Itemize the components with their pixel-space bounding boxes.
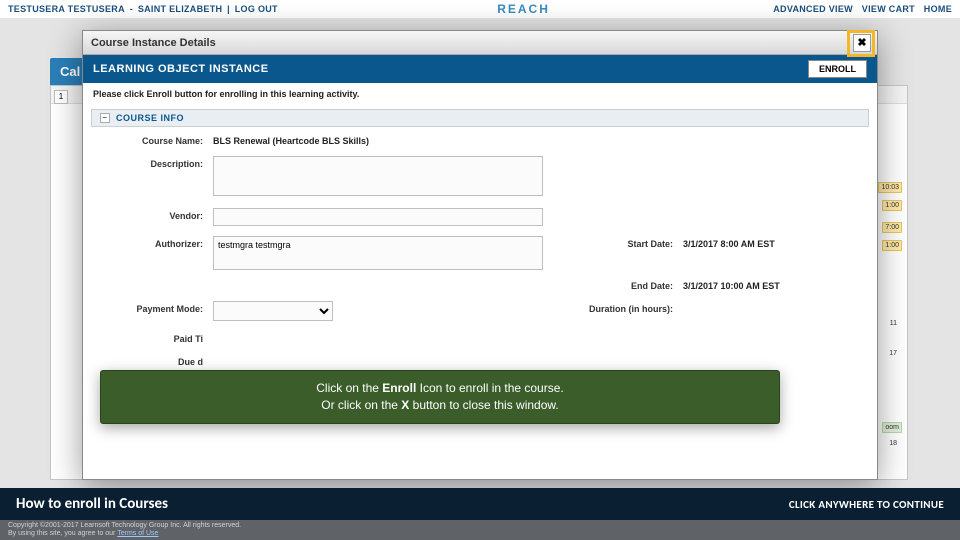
top-nav: TESTUSERA TESTUSERA - SAINT ELIZABETH | …: [0, 0, 960, 18]
brand-logo: REACH: [497, 2, 550, 16]
start-date-label: Start Date:: [583, 236, 683, 249]
click-to-continue: CLICK ANYWHERE TO CONTINUE: [789, 498, 944, 511]
payment-mode-select[interactable]: [213, 301, 333, 321]
view-cart-link[interactable]: VIEW CART: [862, 4, 915, 14]
description-label: Description:: [93, 156, 213, 169]
start-date-value: 3/1/2017 8:00 AM EST: [683, 236, 775, 249]
course-name-value: BLS Renewal (Heartcode BLS Skills): [213, 133, 369, 146]
bg-day-18: 18: [880, 440, 900, 447]
logout-link[interactable]: LOG OUT: [235, 4, 278, 14]
advanced-view-link[interactable]: ADVANCED VIEW: [773, 4, 853, 14]
top-nav-right: ADVANCED VIEW VIEW CART HOME: [767, 4, 952, 14]
learning-object-header: LEARNING OBJECT INSTANCE ENROLL: [83, 55, 877, 83]
course-info-section: – COURSE INFO: [91, 109, 869, 127]
vendor-label: Vendor:: [93, 208, 213, 221]
enroll-button[interactable]: ENROLL: [808, 60, 867, 78]
end-date-label: End Date:: [583, 278, 683, 291]
callout-line-1: Click on the Enroll Icon to enroll in th…: [316, 380, 563, 397]
callout-line-2: Or click on the X button to close this w…: [321, 397, 558, 414]
end-date-value: 3/1/2017 10:00 AM EST: [683, 278, 780, 291]
authorizer-label: Authorizer:: [93, 236, 213, 249]
top-nav-left: TESTUSERA TESTUSERA - SAINT ELIZABETH | …: [8, 4, 280, 14]
modal-title: Course Instance Details: [91, 37, 216, 49]
org-name: SAINT ELIZABETH: [138, 4, 223, 14]
user-name: TESTUSERA TESTUSERA: [8, 4, 125, 14]
calendar-tool-1[interactable]: 1: [54, 90, 68, 104]
loi-title: LEARNING OBJECT INSTANCE: [93, 63, 269, 75]
tutorial-title: How to enroll in Courses: [16, 495, 168, 513]
bg-event-2: 1:00: [882, 200, 902, 211]
bg-day-17: 17: [880, 350, 900, 357]
modal-close-button[interactable]: ✖: [853, 34, 871, 52]
bg-event-1: 10:03: [878, 182, 902, 193]
tutorial-bottom-bar[interactable]: How to enroll in Courses CLICK ANYWHERE …: [0, 488, 960, 520]
section-title: COURSE INFO: [116, 113, 184, 123]
authorizer-input[interactable]: testmgra testmgra: [213, 236, 543, 270]
course-name-label: Course Name:: [93, 133, 213, 146]
copyright-line-1: Copyright ©2001-2017 Learnsoft Technolog…: [8, 522, 952, 530]
modal-titlebar: Course Instance Details: [83, 31, 877, 55]
bg-event-4: 1:00: [882, 240, 902, 251]
bg-event-room: oom: [882, 422, 902, 433]
paid-label: Paid Ti: [93, 331, 213, 344]
bg-event-3: 7:00: [882, 222, 902, 233]
copyright-footer: Copyright ©2001-2017 Learnsoft Technolog…: [0, 520, 960, 540]
vendor-input[interactable]: [213, 208, 543, 226]
instruction-callout: Click on the Enroll Icon to enroll in th…: [100, 370, 780, 424]
section-toggle-icon[interactable]: –: [100, 113, 110, 123]
duration-label: Duration (in hours):: [583, 301, 683, 314]
payment-mode-label: Payment Mode:: [93, 301, 213, 314]
terms-link[interactable]: Terms of Use: [117, 530, 158, 537]
description-input[interactable]: [213, 156, 543, 196]
bg-day-11: 11: [880, 320, 900, 327]
copyright-line-2: By using this site, you agree to our Ter…: [8, 530, 952, 538]
due-label: Due d: [93, 354, 213, 367]
enroll-instruction: Please click Enroll button for enrolling…: [83, 83, 877, 105]
home-link[interactable]: HOME: [924, 4, 952, 14]
